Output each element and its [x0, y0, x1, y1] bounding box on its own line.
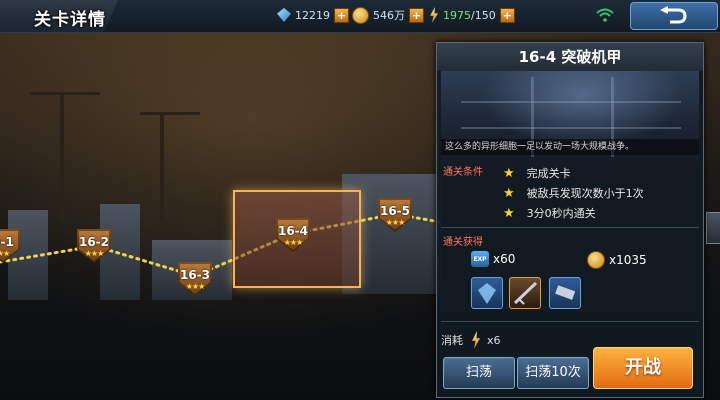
- add-energy-button[interactable]: +: [499, 7, 515, 23]
- star-icon: ★: [503, 165, 515, 181]
- condition-item: ★ 完成关卡: [503, 165, 571, 181]
- conditions-label: 通关条件: [443, 167, 483, 178]
- exp-reward-value: x60: [493, 252, 516, 266]
- weapon-part-icon: [555, 285, 576, 300]
- return-arrow-icon: [660, 6, 687, 24]
- top-bar: 关卡详情 12219 + 546万 + 1975 /150 +: [0, 0, 720, 33]
- stage-label: 16-2: [78, 235, 110, 249]
- gold-coin-icon: [352, 6, 369, 24]
- gold-reward: x1035: [587, 251, 647, 269]
- stage-title: 16-4 突破机甲: [437, 43, 703, 71]
- stage-label: 16-4: [277, 224, 309, 238]
- cost-value: x6: [487, 333, 501, 347]
- stage-stars: ★★★: [185, 282, 206, 291]
- star-icon: ★: [503, 205, 515, 221]
- energy-bolt-icon: [430, 7, 438, 23]
- gold-counter: 546万 +: [352, 6, 424, 24]
- stage-stars: ★★★: [283, 238, 304, 247]
- game-stage: 关卡详情 12219 + 546万 + 1975 /150 + -1 ★ 16-…: [0, 0, 720, 400]
- sweep-button[interactable]: 扫荡: [443, 357, 515, 389]
- stage-map: [0, 32, 442, 400]
- stage-node-16-4[interactable]: 16-4 ★★★: [276, 218, 310, 252]
- stage-node-16-3[interactable]: 16-3 ★★★: [178, 262, 212, 296]
- next-area-edge[interactable]: [706, 212, 720, 244]
- stage-node-16-2[interactable]: 16-2 ★★★: [77, 229, 111, 263]
- diamond-counter: 12219 +: [277, 6, 349, 24]
- stage-label: 16-5: [379, 204, 411, 218]
- reward-item-exp-card[interactable]: [471, 277, 503, 309]
- stage-node-6-1[interactable]: 6-1 ★★: [0, 229, 20, 263]
- condition-item: ★ 3分0秒内通关: [503, 205, 596, 221]
- cost-label: 消耗: [441, 334, 463, 347]
- energy-current: 1975: [443, 8, 471, 22]
- energy-max: /150: [471, 8, 496, 22]
- gold-amount: 546万: [373, 9, 405, 22]
- stage-stars: ★★★: [84, 249, 105, 258]
- divider: [441, 227, 699, 228]
- reward-item-weapon[interactable]: [509, 277, 541, 309]
- back-button[interactable]: [630, 2, 718, 30]
- gold-reward-value: x1035: [609, 253, 647, 267]
- page-title: 关卡详情: [34, 10, 106, 30]
- energy-bolt-icon: [472, 331, 480, 349]
- exp-card-icon: [478, 283, 496, 304]
- rewards-label: 通关获得: [443, 237, 483, 248]
- condition-item: ★ 被敌兵发现次数小于1次: [503, 185, 644, 201]
- stage-stars: ★★: [0, 249, 10, 258]
- star-icon: ★: [503, 185, 515, 201]
- exp-icon: EXP: [471, 251, 489, 267]
- diamond-icon: [277, 8, 291, 22]
- reward-item-part[interactable]: [549, 277, 581, 309]
- stage-label: 6-1: [0, 235, 14, 249]
- stage-node-16-5[interactable]: 16-5 ★★★: [378, 198, 412, 232]
- gold-coin-icon: [587, 251, 605, 269]
- wifi-icon: [596, 8, 614, 22]
- sweep-10-button[interactable]: 扫荡10次: [517, 357, 589, 389]
- add-gold-button[interactable]: +: [409, 7, 424, 23]
- add-diamond-button[interactable]: +: [334, 7, 349, 23]
- exp-reward: EXP x60: [471, 251, 515, 267]
- rifle-icon: [513, 281, 538, 305]
- diamond-amount: 12219: [295, 8, 330, 22]
- stage-stars: ★★★: [385, 218, 406, 227]
- stage-caption: 这么多的异形细胞一足以发动一场大规模战争。: [441, 139, 699, 155]
- start-battle-button[interactable]: 开战: [593, 347, 693, 389]
- stage-detail-panel: 16-4 突破机甲 这么多的异形细胞一足以发动一场大规模战争。 通关条件 ★ 完…: [436, 42, 704, 398]
- stage-label: 16-3: [179, 268, 211, 282]
- path-line: [0, 212, 440, 278]
- energy-cost: 消耗 x6: [441, 331, 501, 349]
- energy-counter: 1975 /150 +: [429, 6, 515, 24]
- divider: [441, 321, 699, 322]
